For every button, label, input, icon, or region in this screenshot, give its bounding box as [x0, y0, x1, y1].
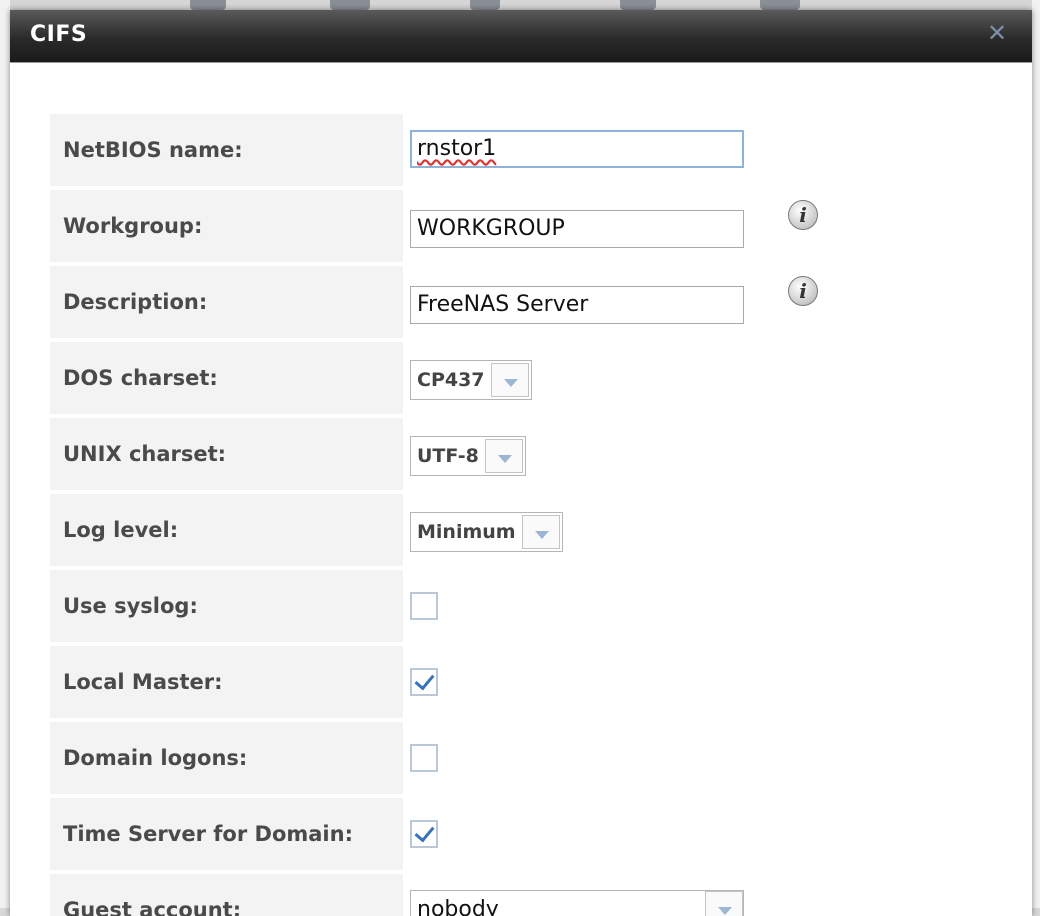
label-cell: Log level: [50, 494, 403, 566]
netbios-name-value: rnstor1 [417, 136, 497, 161]
form-row-log-level: Log level: Minimum [50, 494, 1010, 566]
dos-charset-label: DOS charset: [63, 366, 218, 390]
info-icon[interactable]: i [788, 200, 818, 230]
background-app-icon [190, 0, 226, 10]
dos-charset-value: CP437 [417, 369, 485, 391]
label-cell: Domain logons: [50, 722, 403, 794]
time-server-checkbox[interactable] [410, 820, 438, 848]
log-level-select[interactable]: Minimum [410, 512, 563, 552]
label-cell: Workgroup: [50, 190, 403, 262]
background-app-icon [330, 0, 370, 10]
info-icon[interactable]: i [788, 276, 818, 306]
close-icon[interactable]: ✕ [986, 21, 1008, 45]
dialog-title: CIFS [30, 22, 88, 47]
dialog-titlebar[interactable]: CIFS ✕ [10, 10, 1032, 63]
value-cell: nobody [410, 874, 1010, 916]
chevron-down-icon[interactable] [490, 363, 529, 397]
background-panel-left [0, 0, 10, 916]
form-row-time-server: Time Server for Domain: [50, 798, 1010, 870]
label-cell: Description: [50, 266, 403, 338]
netbios-label: NetBIOS name: [63, 138, 243, 162]
label-cell: DOS charset: [50, 342, 403, 414]
local-master-checkbox[interactable] [410, 668, 438, 696]
unix-charset-select[interactable]: UTF-8 [410, 436, 526, 476]
background-panel-right [1032, 0, 1040, 916]
form-row-workgroup: Workgroup: WORKGROUP i [50, 190, 1010, 262]
background-app-icon [470, 0, 500, 10]
description-label: Description: [63, 290, 208, 314]
chevron-down-icon[interactable] [521, 515, 560, 549]
form-row-dos-charset: DOS charset: CP437 [50, 342, 1010, 414]
domain-logons-checkbox[interactable] [410, 744, 438, 772]
chevron-down-icon[interactable] [484, 439, 523, 473]
label-cell: Use syslog: [50, 570, 403, 642]
value-cell: FreeNAS Server i [410, 266, 1010, 338]
workgroup-input[interactable]: WORKGROUP [410, 210, 744, 248]
value-cell: CP437 [410, 342, 1010, 414]
description-input[interactable]: FreeNAS Server [410, 286, 744, 324]
cifs-dialog: CIFS ✕ NetBIOS name: rnstor1 Workgroup: … [10, 10, 1032, 916]
use-syslog-label: Use syslog: [63, 594, 198, 618]
form-row-unix-charset: UNIX charset: UTF-8 [50, 418, 1010, 490]
value-cell: UTF-8 [410, 418, 1010, 490]
unix-charset-value: UTF-8 [417, 445, 479, 467]
form-row-local-master: Local Master: [50, 646, 1010, 718]
cifs-settings-form: NetBIOS name: rnstor1 Workgroup: WORKGRO… [50, 114, 1010, 916]
dos-charset-select[interactable]: CP437 [410, 360, 532, 400]
netbios-name-input[interactable]: rnstor1 [410, 130, 744, 168]
value-cell [410, 570, 1010, 642]
label-cell: NetBIOS name: [50, 114, 403, 186]
form-row-domain-logons: Domain logons: [50, 722, 1010, 794]
label-cell: Local Master: [50, 646, 403, 718]
value-cell [410, 646, 1010, 718]
log-level-value: Minimum [417, 521, 516, 543]
form-row-netbios: NetBIOS name: rnstor1 [50, 114, 1010, 186]
form-row-guest-account: Guest account: nobody [50, 874, 1010, 916]
form-row-description: Description: FreeNAS Server i [50, 266, 1010, 338]
value-cell: Minimum [410, 494, 1010, 566]
background-app-icon [620, 0, 656, 10]
value-cell: WORKGROUP i [410, 190, 1010, 262]
time-server-label: Time Server for Domain: [63, 822, 353, 846]
label-cell: Guest account: [50, 874, 403, 916]
form-row-use-syslog: Use syslog: [50, 570, 1010, 642]
value-cell [410, 798, 1010, 870]
log-level-label: Log level: [63, 518, 179, 542]
unix-charset-label: UNIX charset: [63, 442, 227, 466]
label-cell: UNIX charset: [50, 418, 403, 490]
guest-account-value: nobody [417, 897, 499, 916]
local-master-label: Local Master: [63, 670, 223, 694]
background-app-icon [760, 0, 800, 10]
value-cell: rnstor1 [410, 114, 1010, 186]
chevron-down-icon[interactable] [705, 891, 743, 916]
guest-account-label: Guest account: [63, 898, 242, 916]
label-cell: Time Server for Domain: [50, 798, 403, 870]
domain-logons-label: Domain logons: [63, 746, 248, 770]
workgroup-label: Workgroup: [63, 214, 203, 238]
use-syslog-checkbox[interactable] [410, 592, 438, 620]
value-cell [410, 722, 1010, 794]
guest-account-select[interactable]: nobody [410, 890, 744, 916]
